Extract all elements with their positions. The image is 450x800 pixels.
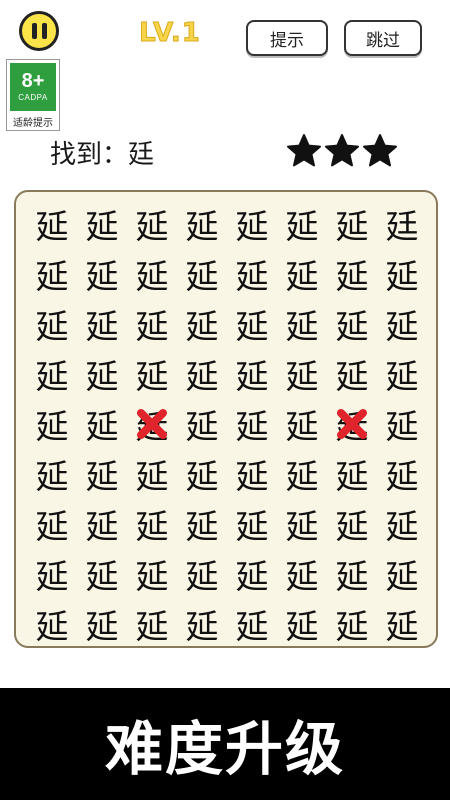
star-icon [363, 134, 397, 167]
grid-cell[interactable]: 延 [27, 449, 77, 499]
age-rating-tip: 适龄提示 [13, 118, 53, 129]
grid-cell[interactable]: 延 [177, 249, 227, 299]
grid-cell[interactable]: 延 [227, 299, 277, 349]
grid-cell[interactable]: 延 [227, 199, 277, 249]
grid-cell[interactable]: 延 [77, 349, 127, 399]
grid-cell[interactable]: 延 [177, 599, 227, 649]
grid-cell[interactable]: 延 [77, 449, 127, 499]
grid-cell[interactable]: 延 [177, 549, 227, 599]
grid-cell[interactable]: 延 [227, 549, 277, 599]
pause-button[interactable] [19, 11, 59, 51]
grid-cell[interactable]: 延 [27, 349, 77, 399]
banner-title: 难度升级 [104, 715, 345, 783]
grid-cell[interactable]: 延 [227, 599, 277, 649]
age-rating-badge: 8+ CADPA 适龄提示 [6, 59, 60, 131]
grid-cell[interactable]: 延 [77, 499, 127, 549]
grid-cell[interactable]: 延 [327, 249, 377, 299]
grid-cell[interactable]: 延 [127, 299, 177, 349]
grid-cell[interactable]: 延 [327, 299, 377, 349]
grid-cell[interactable]: 延 [327, 199, 377, 249]
character-grid: 延延延延延延延廷延延延延延延延延延延延延延延延延延延延延延延延延延延延延延延延延… [14, 190, 438, 648]
grid-cell[interactable]: 延 [127, 449, 177, 499]
age-rating-org: CADPA [18, 93, 48, 102]
grid-cell[interactable]: 延 [27, 249, 77, 299]
grid-cell[interactable]: 延 [377, 599, 427, 649]
star-icon [287, 134, 321, 167]
pause-icon-bar [41, 23, 47, 39]
grid-cell[interactable]: 延 [77, 399, 127, 449]
grid-cell[interactable]: 延 [177, 399, 227, 449]
grid-cell[interactable]: 延 [327, 349, 377, 399]
grid-cell[interactable]: 延 [127, 499, 177, 549]
grid-cell[interactable]: 延 [327, 399, 377, 449]
grid-cell[interactable]: 延 [77, 599, 127, 649]
grid-cell[interactable]: 延 [327, 499, 377, 549]
grid-cell[interactable]: 延 [377, 549, 427, 599]
grid-cell[interactable]: 延 [127, 199, 177, 249]
skip-button[interactable]: 跳过 [344, 20, 422, 56]
grid-cell[interactable]: 延 [27, 299, 77, 349]
grid-cell[interactable]: 延 [77, 549, 127, 599]
grid-cell[interactable]: 延 [177, 449, 227, 499]
grid-cell[interactable]: 延 [177, 499, 227, 549]
grid-cell[interactable]: 延 [177, 299, 227, 349]
grid-cell[interactable]: 延 [227, 349, 277, 399]
grid-cell[interactable]: 延 [377, 499, 427, 549]
grid-cell[interactable]: 延 [277, 249, 327, 299]
pause-icon-bar [31, 23, 37, 39]
grid-cell[interactable]: 延 [27, 399, 77, 449]
grid-cell[interactable]: 延 [27, 599, 77, 649]
grid-cell[interactable]: 延 [327, 549, 377, 599]
grid-cell[interactable]: 延 [377, 249, 427, 299]
grid-cell[interactable]: 延 [377, 399, 427, 449]
game-screen: LV.1 提示 跳过 8+ CADPA 适龄提示 找到：廷 延延延延延延延廷延延… [0, 0, 450, 688]
grid-cell[interactable]: 延 [177, 199, 227, 249]
star-icon [325, 134, 359, 167]
grid-cell[interactable]: 延 [277, 299, 327, 349]
age-rating-panel: 8+ CADPA [10, 63, 56, 111]
grid-cell[interactable]: 延 [377, 449, 427, 499]
grid-cell[interactable]: 延 [227, 249, 277, 299]
grid-cell[interactable]: 延 [277, 449, 327, 499]
grid-cell[interactable]: 延 [27, 549, 77, 599]
grid-cell[interactable]: 延 [127, 549, 177, 599]
grid-cell[interactable]: 延 [127, 249, 177, 299]
grid-cell[interactable]: 延 [277, 549, 327, 599]
grid-cell[interactable]: 延 [277, 199, 327, 249]
grid-cell[interactable]: 延 [127, 399, 177, 449]
grid-cell[interactable]: 延 [227, 499, 277, 549]
grid-cell[interactable]: 延 [177, 349, 227, 399]
grid-cell[interactable]: 廷 [377, 199, 427, 249]
target-prompt: 找到：廷 [50, 140, 155, 170]
grid-cell[interactable]: 延 [227, 399, 277, 449]
grid-cell[interactable]: 延 [227, 449, 277, 499]
grid-cell[interactable]: 延 [77, 299, 127, 349]
grid-cell[interactable]: 延 [277, 349, 327, 399]
hint-button[interactable]: 提示 [246, 20, 328, 56]
grid-cell[interactable]: 延 [77, 249, 127, 299]
grid-cell[interactable]: 延 [277, 399, 327, 449]
level-indicator: LV.1 [139, 18, 201, 49]
grid-cell[interactable]: 延 [277, 499, 327, 549]
grid-cell[interactable]: 延 [377, 299, 427, 349]
grid-cell[interactable]: 延 [77, 199, 127, 249]
star-rating [286, 133, 400, 169]
grid-cell[interactable]: 延 [27, 499, 77, 549]
grid-cell[interactable]: 延 [277, 599, 327, 649]
age-rating-value: 8+ [21, 70, 45, 92]
grid-cell[interactable]: 延 [327, 449, 377, 499]
grid-cell[interactable]: 延 [127, 349, 177, 399]
grid-cell[interactable]: 延 [27, 199, 77, 249]
promo-banner: 难度升级 [0, 688, 450, 800]
grid-cell[interactable]: 延 [327, 599, 377, 649]
grid-cell[interactable]: 延 [127, 599, 177, 649]
grid-cell[interactable]: 延 [377, 349, 427, 399]
